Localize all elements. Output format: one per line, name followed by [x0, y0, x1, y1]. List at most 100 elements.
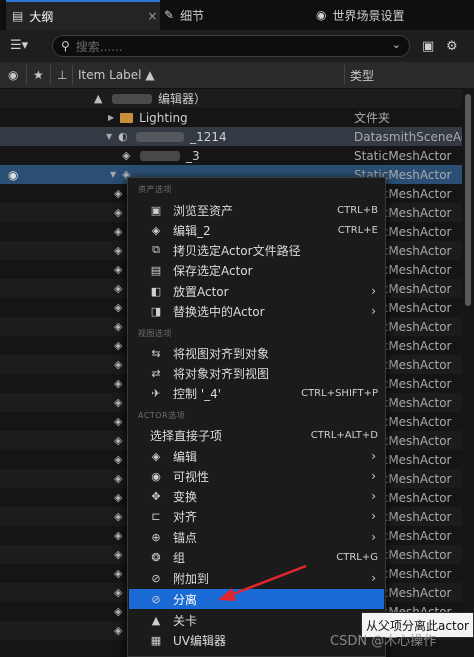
item-label-column[interactable]: Item Label ▲	[78, 62, 155, 88]
pin-column-icon[interactable]: ⊥	[57, 62, 67, 88]
replace-actor-icon: ◨	[150, 304, 162, 318]
menu-item[interactable]: ✈ 控制 '_4' CTRL+SHIFT+P	[129, 383, 384, 403]
static-mesh-icon: ◈	[114, 490, 123, 504]
menu-item-label: 编辑	[173, 449, 198, 464]
static-mesh-icon: ◈	[114, 585, 123, 599]
close-icon[interactable]: ×	[147, 9, 157, 23]
static-mesh-icon: ◈	[114, 623, 123, 637]
folder-icon	[120, 112, 134, 123]
menu-item-label: 锚点	[173, 530, 198, 545]
menu-item-label: UV编辑器	[173, 633, 226, 648]
outliner-icon: ▤	[12, 9, 24, 23]
collapse-arrow-icon[interactable]: ▼	[106, 132, 112, 141]
row-type: DatasmithSceneAc	[354, 129, 468, 144]
menu-item[interactable]: 选择直接子项 CTRL+ALT+D	[129, 425, 384, 445]
menu-item[interactable]: ⊕ 锚点 ›	[129, 527, 384, 547]
level-icon: ▲	[151, 613, 161, 627]
snap-view-icon: ⇆	[151, 346, 161, 360]
menu-item[interactable]: ⧉ 拷贝选定Actor文件路径	[129, 240, 384, 260]
table-row[interactable]: ◈ _3 StaticMeshActor	[0, 146, 462, 165]
vertical-scrollbar[interactable]	[462, 88, 474, 655]
snap-icon: ⊏	[151, 509, 161, 523]
tab-outliner-label: 大纲	[29, 9, 54, 24]
table-row[interactable]: ▲ 编辑器）	[0, 89, 462, 108]
menu-item[interactable]: ⊘ 附加到 ›	[129, 568, 384, 588]
submenu-chevron-icon: ›	[371, 304, 376, 318]
static-mesh-icon: ◈	[114, 566, 123, 580]
star-column-icon[interactable]: ★	[33, 62, 44, 88]
uv-editor-icon: ▦	[150, 633, 162, 647]
menu-item-label: 将视图对齐到对象	[173, 346, 270, 361]
tab-world-settings-label: 世界场景设置	[332, 8, 405, 23]
submenu-chevron-icon: ›	[371, 469, 376, 483]
static-mesh-icon: ◈	[114, 452, 123, 466]
row-label-text: 编辑器）	[158, 92, 207, 106]
edit-icon: ◈	[151, 449, 161, 463]
static-mesh-icon: ◈	[114, 186, 123, 200]
menu-item[interactable]: ✥ 变换 ›	[129, 486, 384, 506]
pivot-icon: ⊕	[151, 530, 161, 544]
menu-item-label: 拷贝选定Actor文件路径	[173, 243, 301, 258]
menu-item[interactable]: ⇄ 将对象对齐到视图	[129, 363, 384, 383]
submenu-chevron-icon: ›	[371, 530, 376, 544]
redacted-text	[112, 93, 152, 104]
details-icon: ✎	[164, 8, 175, 22]
static-mesh-icon: ◈	[114, 205, 123, 219]
static-mesh-icon: ◈	[114, 338, 123, 352]
menu-item[interactable]: ⊘ 分离	[129, 589, 384, 609]
group-icon: ❂	[151, 550, 161, 564]
tab-outliner[interactable]: ▤ 大纲 ×	[6, 0, 160, 30]
context-menu: 资产选项 视图选项 ACTOR选项 ▣ 浏览至资产 CTRL+B ◈ 编辑_2 CTRL+…	[127, 177, 386, 657]
visibility-column-eye-icon[interactable]: ◉	[8, 62, 18, 88]
menu-item[interactable]: ❂ 组 CTRL+G	[129, 547, 384, 567]
menu-item-label: 放置Actor	[173, 284, 229, 299]
static-mesh-icon: ◈	[114, 262, 123, 276]
static-mesh-icon: ◈	[114, 224, 123, 238]
menu-item-label: 对齐	[173, 509, 198, 524]
row-label: ▲ 编辑器）	[94, 90, 206, 107]
menu-item-shortcut: CTRL+ALT+D	[310, 429, 378, 441]
table-row[interactable]: ▼ ◐ _1214 DatasmithSceneAc	[0, 127, 467, 146]
eye-icon: ◉	[151, 469, 161, 483]
menu-item-shortcut: CTRL+E	[337, 224, 378, 236]
search-input[interactable]: ⚲ 搜索...... ⌄	[52, 35, 410, 57]
static-mesh-icon: ◈	[114, 528, 123, 542]
visibility-eye-icon[interactable]: ◉	[8, 168, 18, 182]
menu-item[interactable]: ⊏ 对齐 ›	[129, 506, 384, 526]
column-header: ◉ ★ ⊥ Item Label ▲ 类型	[0, 62, 474, 89]
detach-icon: ⊘	[151, 592, 161, 606]
menu-item[interactable]: ◧ 放置Actor ›	[129, 281, 384, 301]
static-mesh-icon: ◈	[114, 243, 123, 257]
menu-item[interactable]: ◉ 可视性 ›	[129, 466, 384, 486]
redacted-text	[140, 150, 180, 161]
menu-item[interactable]: ▲关卡›	[129, 610, 384, 630]
menu-item[interactable]: ◈ 编辑_2 CTRL+E	[129, 220, 384, 240]
menu-item[interactable]: ⇆ 将视图对齐到对象	[129, 343, 384, 363]
search-icon: ⚲	[61, 39, 70, 53]
menu-item-label: 分离	[173, 592, 198, 607]
tab-details[interactable]: ✎ 细节	[164, 0, 304, 30]
world-settings-icon: ◉	[316, 8, 327, 22]
type-column[interactable]: 类型	[350, 62, 374, 88]
filter-icon[interactable]: ☰▾	[10, 38, 28, 53]
menu-item[interactable]: ◈ 编辑 ›	[129, 446, 384, 466]
watermark: CSDN @木心操作	[330, 634, 437, 649]
table-row[interactable]: ▶ Lighting 文件夹	[0, 108, 462, 127]
menu-item-label: 关卡	[173, 613, 198, 628]
submenu-chevron-icon: ›	[371, 509, 376, 523]
menu-item[interactable]: ◨ 替换选中的Actor ›	[129, 301, 384, 321]
row-type: 文件夹	[354, 111, 391, 125]
menu-item[interactable]: ▤ 保存选定Actor	[129, 260, 384, 280]
scrollbar-thumb[interactable]	[465, 94, 471, 306]
static-mesh-icon: ◈	[114, 547, 123, 561]
tab-world-settings[interactable]: ◉ 世界场景设置	[316, 0, 466, 30]
tab-bar: ▤ 大纲 × ✎ 细节 ◉ 世界场景设置	[0, 0, 474, 30]
add-folder-icon[interactable]: ▣	[422, 39, 434, 54]
menu-item[interactable]: ▣ 浏览至资产 CTRL+B	[129, 200, 384, 220]
chevron-down-icon[interactable]: ⌄	[392, 38, 401, 51]
settings-gear-icon[interactable]: ⚙	[446, 39, 458, 54]
submenu-chevron-icon: ›	[371, 449, 376, 463]
collapse-arrow-icon[interactable]: ▼	[110, 170, 116, 179]
redacted-text	[136, 131, 185, 142]
expand-arrow-icon[interactable]: ▶	[108, 113, 114, 122]
